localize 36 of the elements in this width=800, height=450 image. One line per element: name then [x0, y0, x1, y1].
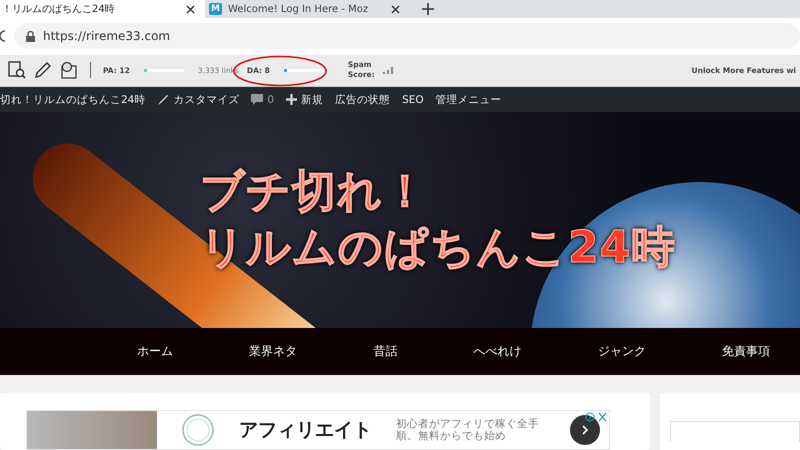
- browser-tab[interactable]: ！リルムのぱちんこ24時: [0, 0, 205, 18]
- site-title: ブチ切れ！: [200, 165, 429, 220]
- lock-icon: [26, 30, 35, 42]
- ad-info-close-icon[interactable]: [585, 412, 607, 422]
- new-tab-icon[interactable]: [422, 3, 434, 15]
- close-icon[interactable]: [186, 4, 195, 14]
- admin-bar-item[interactable]: 広告の状態: [335, 92, 390, 107]
- keyword-icon[interactable]: [60, 61, 78, 80]
- ad-banner[interactable]: アフィリエイト 初心者がアフィリで稼ぐ全手順。無料からでも始め: [26, 410, 610, 450]
- nav-link[interactable]: 業界ネタ: [249, 343, 298, 360]
- admin-bar-item[interactable]: 管理メニュー: [436, 92, 502, 107]
- chevron-icon: [581, 425, 589, 435]
- nav-link[interactable]: ホーム: [137, 343, 173, 360]
- address-field[interactable]: https://rireme33.com: [14, 23, 800, 50]
- plus-icon: [286, 94, 298, 106]
- admin-bar-item[interactable]: SEO: [402, 94, 424, 106]
- admin-bar-item[interactable]: 新規: [286, 92, 324, 107]
- pencil-icon[interactable]: [34, 61, 52, 80]
- ad-heading: アフィリエイト: [239, 418, 372, 443]
- badge-logo-icon: [181, 413, 215, 447]
- site-logo: M: [209, 3, 222, 15]
- nav-link[interactable]: ジャンク: [598, 343, 646, 360]
- page-search-icon[interactable]: [8, 61, 26, 80]
- admin-bar-item[interactable]: 0: [251, 94, 274, 106]
- signal-bars-icon: [382, 66, 395, 74]
- admin-bar-item[interactable]: 切れ！リルムのぱちんこ24時: [0, 92, 146, 107]
- ad-text: 初心者がアフィリで稼ぐ全手順。無料からでも始め: [396, 418, 540, 442]
- nav-link[interactable]: 免責事項: [722, 343, 770, 360]
- close-icon[interactable]: [391, 4, 400, 14]
- brush-icon: [157, 94, 170, 106]
- nav-link[interactable]: へべれけ: [474, 343, 522, 360]
- nav-link[interactable]: 昔話: [373, 343, 398, 360]
- comment-icon: [251, 94, 264, 106]
- next-button[interactable]: [570, 415, 600, 445]
- admin-bar-item[interactable]: カスタマイズ: [157, 92, 240, 107]
- reload-icon[interactable]: [0, 29, 6, 44]
